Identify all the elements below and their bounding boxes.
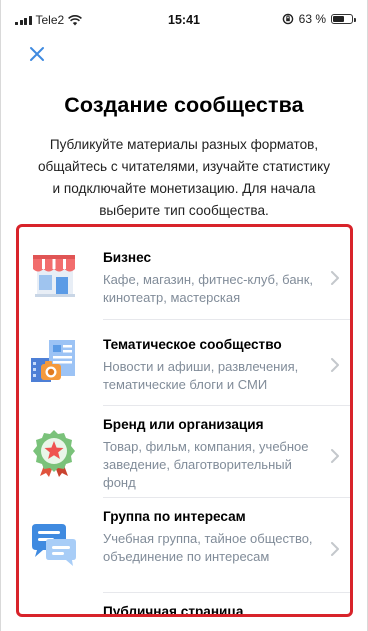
community-type-name: Тематическое сообщество [103,337,282,352]
chat-bubbles-icon [32,524,76,566]
community-type-business[interactable]: Бизнес Кафе, магазин, фитнес-клуб, банк,… [19,227,350,320]
screen: Tele2 15:41 63 % Создание сообщества Пуб… [0,0,368,631]
page-subtitle: Публикуйте материалы разных форматов, об… [37,137,331,218]
battery-percent: 63 % [298,12,326,26]
community-type-interest-group[interactable]: Группа по интересам Учебная группа, тайн… [19,498,350,593]
storefront-icon [33,255,75,297]
community-type-description: Новости и афиши, развлечения, тематическ… [103,359,299,392]
community-type-description: Учебная группа, тайное общество, объедин… [103,531,313,564]
chevron-right-icon [331,358,339,372]
close-icon[interactable] [27,44,47,64]
community-type-brand[interactable]: Бренд или организация Товар, фильм, комп… [19,406,350,498]
community-type-name: Бизнес [103,250,152,265]
community-type-name: Бренд или организация [103,417,264,432]
status-bar: Tele2 15:41 63 % [1,0,367,36]
page-title: Создание сообщества [64,93,304,117]
community-type-name: Группа по интересам [103,509,246,524]
battery-icon [331,14,356,24]
star-badge-icon [33,430,75,477]
chevron-right-icon [331,271,339,285]
community-type-public-page[interactable]: Публичная страница [19,593,350,617]
camera-news-icon [31,340,75,382]
orientation-lock-icon [282,13,293,25]
community-type-description: Кафе, магазин, фитнес-клуб, банк, киноте… [103,272,314,305]
chevron-right-icon [331,449,339,463]
community-type-name: Публичная страница [103,604,244,617]
community-type-thematic[interactable]: Тематическое сообщество Новости и афиши,… [19,320,350,406]
chevron-right-icon [331,542,339,556]
community-type-description: Товар, фильм, компания, учебное заведени… [103,439,309,490]
community-type-list: Бизнес Кафе, магазин, фитнес-клуб, банк,… [16,224,353,617]
